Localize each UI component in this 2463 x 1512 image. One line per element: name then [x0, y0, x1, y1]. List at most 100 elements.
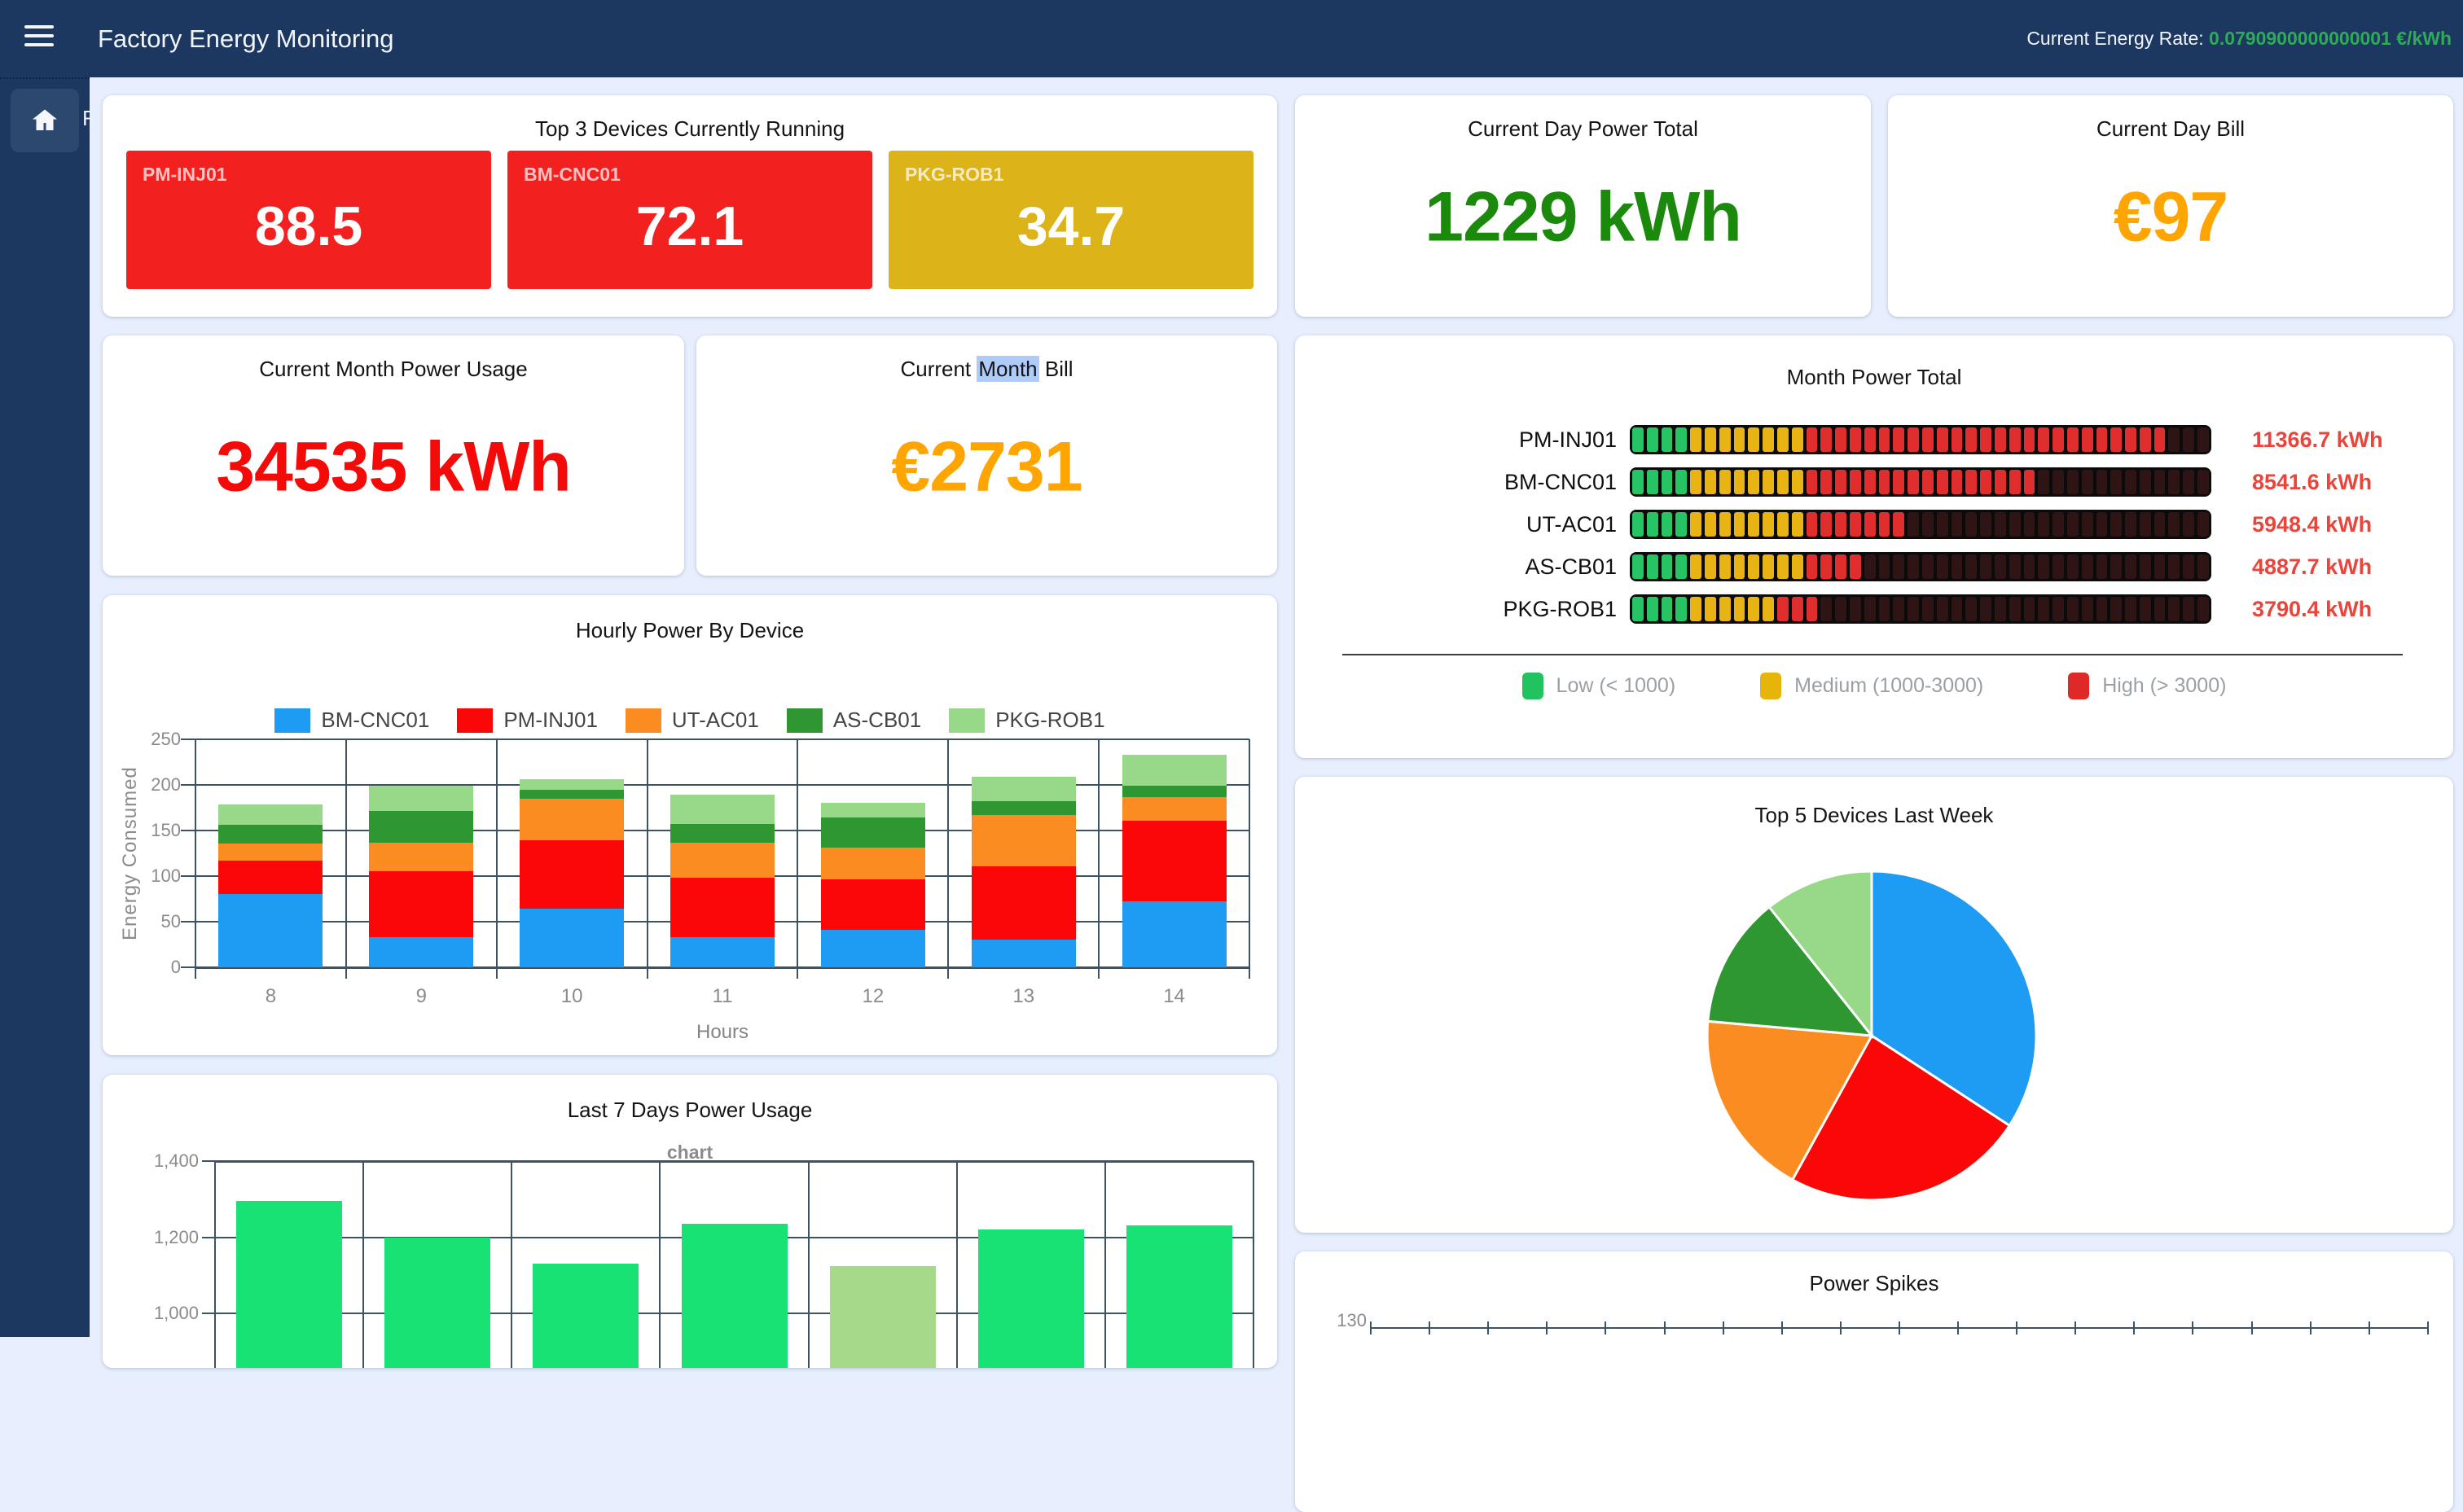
stacked-bar-segment — [972, 866, 1076, 940]
bar-segment-off — [2096, 512, 2108, 537]
gridline-vertical — [797, 739, 798, 979]
bar-segment-red — [2067, 427, 2079, 452]
bar — [682, 1224, 788, 1368]
axis-tick — [1664, 1321, 1666, 1335]
axis-tick — [1899, 1321, 1900, 1335]
stacked-bar-segment — [972, 940, 1076, 967]
bar-segment-off — [2024, 597, 2035, 621]
card-title: Month Power Total — [1295, 365, 2453, 390]
bar — [533, 1264, 639, 1368]
bar-segment-red — [1807, 427, 1818, 452]
x-tick-label: 11 — [648, 985, 798, 1008]
axis-tick — [2369, 1321, 2370, 1335]
bar-segment-green — [1675, 512, 1687, 537]
bar-segment-off — [2082, 597, 2093, 621]
card-title: Power Spikes — [1295, 1271, 2453, 1296]
gridline-vertical — [1253, 1161, 1254, 1368]
stacked-bar-segment — [972, 815, 1076, 866]
bar-segment-off — [1980, 597, 1991, 621]
bar-segment-off — [1980, 554, 1991, 579]
card-title: Top 3 Devices Currently Running — [103, 116, 1277, 142]
legend-swatch — [1522, 673, 1543, 699]
bar-segment-red — [1820, 512, 1832, 537]
bar-segment-off — [2140, 470, 2151, 494]
bar-segment-off — [2140, 554, 2151, 579]
axis-tick — [181, 784, 195, 786]
bar-segment-off — [2168, 554, 2180, 579]
stacked-bar-segment — [670, 937, 775, 967]
gridline-vertical — [511, 1161, 512, 1368]
bar-segment-off — [1922, 554, 1934, 579]
legend-swatch — [787, 708, 823, 733]
bar-segment-yellow — [1690, 554, 1701, 579]
bar-segment-red — [1952, 470, 1963, 494]
bar-segment-off — [2154, 597, 2166, 621]
bar-segment-off — [1879, 597, 1890, 621]
card-month-bill: Current Month Bill €2731 — [696, 335, 1277, 576]
device-tiles: PM-INJ0188.5BM-CNC0172.1PKG-ROB134.7 — [126, 151, 1253, 289]
stacked-bar-segment — [670, 824, 775, 842]
bar-segment-red — [1820, 470, 1832, 494]
bar-segment-off — [1995, 554, 2006, 579]
card-month-power-usage: Current Month Power Usage 34535 kWh — [103, 335, 684, 576]
bar — [978, 1229, 1084, 1368]
bar-segment-red — [1820, 554, 1832, 579]
home-icon — [29, 106, 60, 135]
bar-segment-off — [2038, 470, 2049, 494]
x-tick-label: 8 — [195, 985, 346, 1008]
stacked-bar-segment — [1122, 797, 1227, 821]
bar-segment-yellow — [1690, 427, 1701, 452]
device-tile: PM-INJ0188.5 — [126, 151, 491, 289]
legend-label: PM-INJ01 — [503, 708, 598, 733]
hamburger-menu-icon[interactable] — [24, 25, 54, 50]
bar-segment-green — [1647, 470, 1658, 494]
bar-segment-off — [1952, 554, 1963, 579]
bar-segment-off — [2183, 427, 2194, 452]
bar-segment-off — [2009, 512, 2021, 537]
stacked-bar-segment — [369, 786, 473, 811]
stacked-bar-segment — [218, 825, 323, 843]
bar-segment-off — [1965, 554, 1977, 579]
y-axis-title: Energy Consumed — [119, 739, 142, 967]
bar-segment-yellow — [1763, 512, 1774, 537]
bar-segment-yellow — [1792, 427, 1803, 452]
bar-segment-off — [2067, 597, 2079, 621]
bar-segment-red — [1908, 427, 1919, 452]
bar-segment-red — [1835, 554, 1846, 579]
bar-segment-red — [1807, 597, 1818, 621]
device-tile-label: BM-CNC01 — [524, 164, 621, 186]
card-power-spikes: Power Spikes 130 — [1295, 1251, 2453, 1512]
power-spikes-ytick: 130 — [1295, 1310, 1367, 1331]
bar-segment-red — [1850, 470, 1861, 494]
bar-segment-off — [1952, 597, 1963, 621]
stacked-bar-segment — [670, 795, 775, 824]
bar-segment-off — [2183, 512, 2194, 537]
bar-segment-off — [2125, 512, 2136, 537]
bar-segment-red — [1965, 470, 1977, 494]
axis-tick — [202, 1160, 215, 1162]
bar-segment-yellow — [1719, 470, 1731, 494]
bar-segment-off — [1995, 512, 2006, 537]
bar — [830, 1266, 936, 1368]
legend-item: PKG-ROB1 — [949, 708, 1104, 733]
bar-segment-off — [2096, 554, 2108, 579]
x-tick-label: 14 — [1099, 985, 1249, 1008]
bar-segment-yellow — [1734, 597, 1745, 621]
bar-segment-yellow — [1748, 512, 1759, 537]
bar-segment-red — [1952, 427, 1963, 452]
stacked-bar-segment — [821, 930, 925, 967]
bar-segment-off — [2052, 597, 2064, 621]
bar-segment-off — [2038, 554, 2049, 579]
bar-segment-off — [2024, 554, 2035, 579]
axis-tick — [181, 830, 195, 831]
bar-segment-green — [1632, 554, 1644, 579]
bar-segment-green — [1662, 597, 1673, 621]
bar-segment-red — [1820, 427, 1832, 452]
axis-tick — [2427, 1321, 2429, 1335]
gridline-vertical — [345, 739, 347, 979]
top-navbar: Factory Energy Monitoring Current Energy… — [0, 0, 2463, 77]
sidebar-item-home[interactable] — [11, 89, 79, 152]
bar-segment-yellow — [1763, 427, 1774, 452]
bar-segment-off — [1937, 512, 1948, 537]
bar-segment-off — [2125, 597, 2136, 621]
